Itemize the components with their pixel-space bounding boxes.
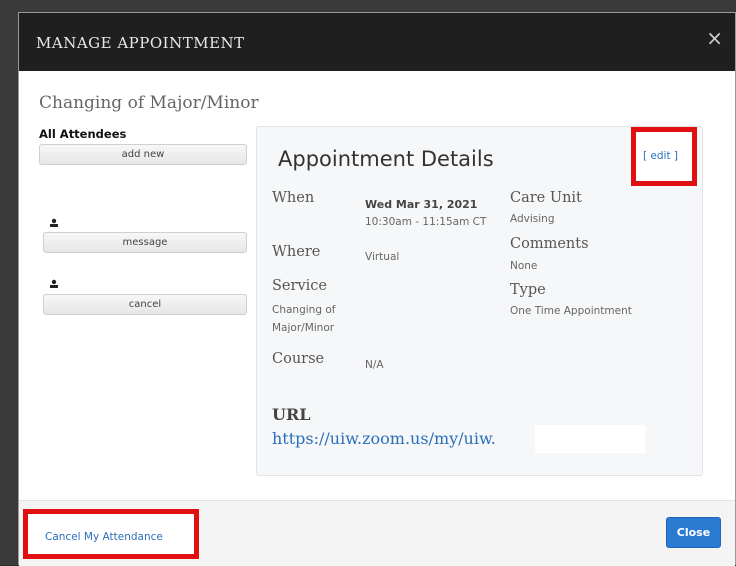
close-button[interactable]: Close bbox=[666, 517, 721, 548]
modal-header: MANAGE APPOINTMENT × bbox=[19, 13, 735, 71]
type-value: One Time Appointment bbox=[510, 305, 632, 317]
cancel-attendee-button[interactable]: cancel bbox=[43, 294, 247, 315]
attendees-heading: All Attendees bbox=[39, 127, 127, 141]
edit-link[interactable]: [ edit ] bbox=[643, 150, 678, 162]
person-icon bbox=[49, 218, 59, 228]
where-value: Virtual bbox=[365, 251, 400, 263]
url-redaction bbox=[535, 425, 645, 453]
person-icon bbox=[49, 279, 59, 289]
message-attendee-button[interactable]: message bbox=[43, 232, 247, 253]
modal-footer: Cancel My Attendance Close bbox=[19, 500, 735, 566]
edit-highlight-box: [ edit ] bbox=[631, 127, 697, 186]
close-icon[interactable]: × bbox=[706, 28, 723, 48]
when-label: When bbox=[272, 190, 315, 206]
care-unit-value: Advising bbox=[510, 213, 555, 225]
cancel-attendance-highlight-box: Cancel My Attendance bbox=[23, 509, 199, 559]
when-date: Wed Mar 31, 2021 bbox=[365, 198, 478, 211]
course-value: N/A bbox=[365, 359, 384, 371]
url-label: URL bbox=[272, 405, 311, 424]
type-label: Type bbox=[510, 282, 546, 298]
service-value: Changing of Major/Minor bbox=[272, 304, 336, 334]
add-new-attendee-button[interactable]: add new bbox=[39, 144, 247, 165]
service-label: Service bbox=[272, 278, 327, 294]
cancel-my-attendance-link[interactable]: Cancel My Attendance bbox=[45, 531, 163, 543]
comments-label: Comments bbox=[510, 236, 589, 252]
manage-appointment-modal: MANAGE APPOINTMENT × Changing of Major/M… bbox=[18, 12, 736, 566]
appointment-subject: Changing of Major/Minor bbox=[39, 93, 259, 113]
course-label: Course bbox=[272, 351, 325, 367]
where-label: Where bbox=[272, 244, 321, 260]
comments-value: None bbox=[510, 260, 538, 272]
meeting-url-link[interactable]: https://uiw.zoom.us/my/uiw. bbox=[272, 429, 496, 448]
modal-title: MANAGE APPOINTMENT bbox=[36, 34, 245, 52]
details-title: Appointment Details bbox=[278, 147, 494, 171]
appointment-details-panel: Appointment Details [ edit ] When Wed Ma… bbox=[256, 126, 703, 476]
when-time: 10:30am - 11:15am CT bbox=[365, 216, 487, 228]
care-unit-label: Care Unit bbox=[510, 190, 582, 206]
